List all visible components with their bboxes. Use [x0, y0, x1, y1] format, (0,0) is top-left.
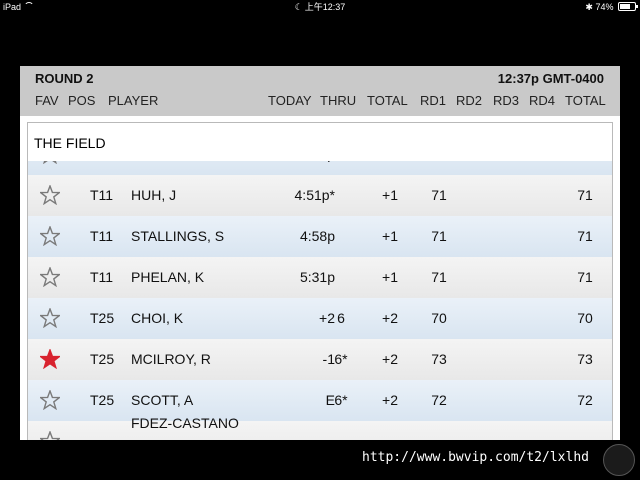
- today-cell: 4:51p*: [294, 187, 335, 203]
- rd1-cell: 71: [431, 187, 447, 203]
- bluetooth-icon: ✱: [585, 2, 593, 12]
- player-name-cell: SCOTT, A: [131, 392, 194, 408]
- grand-total-cell: 70: [577, 310, 593, 326]
- col-header-thru[interactable]: THRU: [320, 93, 356, 108]
- col-header-total[interactable]: TOTAL: [367, 93, 408, 108]
- grand-total-cell: 71: [577, 269, 593, 285]
- favorite-star-filled-icon[interactable]: [40, 349, 60, 369]
- leaderboard-panel: ROUND 2 12:37p GMT-0400 FAV POS PLAYER T…: [20, 66, 620, 440]
- table-row[interactable]: T25 MCILROY, R -1 6* +2 73 73: [28, 339, 612, 381]
- status-bar: iPad ☾ 上午12:37 ✱ 74%: [0, 0, 640, 14]
- position-cell: T25: [90, 392, 115, 408]
- moon-icon: ☾: [294, 2, 303, 12]
- status-time: 上午12:37: [304, 2, 346, 12]
- col-header-player[interactable]: PLAYER: [108, 93, 158, 108]
- position-cell: T25: [90, 310, 115, 326]
- section-title: THE FIELD: [34, 135, 106, 151]
- player-name-cell: FDEZ-CASTANO: [131, 415, 239, 431]
- col-header-rd2[interactable]: RD2: [456, 93, 482, 108]
- status-right: ✱ 74%: [585, 0, 638, 14]
- rd1-cell: 73: [431, 351, 447, 367]
- battery-fill: [620, 4, 630, 9]
- grand-total-cell: 72: [577, 392, 593, 408]
- watermark: http://www.bwvip.com/t2/lxlhd: [362, 450, 589, 465]
- col-header-rd3[interactable]: RD3: [493, 93, 519, 108]
- thru-cell: 6: [337, 310, 345, 326]
- favorite-star-icon[interactable]: [40, 267, 60, 287]
- table-row[interactable]: T11 HUH, J 4:51p* +1 71 71: [28, 175, 612, 217]
- total-cell: +1: [382, 187, 398, 203]
- rd1-cell: 72: [431, 392, 447, 408]
- battery-percent: 74%: [595, 2, 614, 12]
- col-header-grand-total[interactable]: TOTAL: [565, 93, 606, 108]
- home-button[interactable]: [603, 444, 635, 476]
- total-cell: +2: [382, 351, 398, 367]
- player-name-cell: PHELAN, K: [131, 269, 205, 285]
- favorite-star-icon[interactable]: [40, 390, 60, 410]
- rd1-cell: 71: [431, 228, 447, 244]
- favorite-star-icon[interactable]: [40, 185, 60, 205]
- today-cell: 4:58p: [299, 228, 335, 244]
- col-header-pos[interactable]: POS: [68, 93, 95, 108]
- total-cell: +1: [382, 269, 398, 285]
- col-header-rd1[interactable]: RD1: [420, 93, 446, 108]
- table-row[interactable]: T11 STALLINGS, S 4:58p +1 71 71: [28, 216, 612, 258]
- position-cell: T11: [90, 269, 114, 285]
- col-header-fav[interactable]: FAV: [35, 93, 59, 108]
- today-cell: E: [325, 392, 335, 408]
- today-cell: -1: [322, 351, 335, 367]
- rd1-cell: 71: [431, 269, 447, 285]
- table-row[interactable]: FDEZ-CASTANO: [28, 415, 612, 440]
- round-label: ROUND 2: [35, 71, 94, 86]
- leaderboard-header: ROUND 2 12:37p GMT-0400 FAV POS PLAYER T…: [20, 66, 620, 116]
- position-cell: T11: [90, 228, 114, 244]
- favorite-star-icon[interactable]: [40, 308, 60, 328]
- rd1-cell: 70: [431, 310, 447, 326]
- section-header: THE FIELD: [27, 122, 613, 161]
- table-row[interactable]: T25 SCOTT, A E 6* +2 72 72: [28, 380, 612, 422]
- position-cell: T11: [90, 187, 114, 203]
- total-cell: +2: [382, 310, 398, 326]
- player-name-cell: STALLINGS, S: [131, 228, 225, 244]
- table-row[interactable]: T25 CHOI, K +2 6 +2 70 70: [28, 298, 612, 340]
- table-row[interactable]: T11 PHELAN, K 5:31p +1 71 71: [28, 257, 612, 299]
- total-cell: +2: [382, 392, 398, 408]
- col-header-today[interactable]: TODAY: [268, 93, 312, 108]
- update-time: 12:37p GMT-0400: [497, 71, 604, 86]
- grand-total-cell: 71: [577, 228, 593, 244]
- thru-cell: 6*: [334, 351, 348, 367]
- battery-icon: [618, 2, 638, 11]
- grand-total-cell: 71: [577, 187, 593, 203]
- player-name-cell: HUH, J: [131, 187, 177, 203]
- grand-total-cell: 73: [577, 351, 593, 367]
- thru-cell: 6*: [334, 392, 348, 408]
- favorite-star-icon[interactable]: [40, 226, 60, 246]
- total-cell: +1: [382, 228, 398, 244]
- col-header-rd4[interactable]: RD4: [529, 93, 555, 108]
- favorite-star-icon[interactable]: [40, 431, 60, 440]
- today-cell: 5:31p: [299, 269, 335, 285]
- player-name-cell: MCILROY, R: [131, 351, 211, 367]
- position-cell: T25: [90, 351, 115, 367]
- today-cell: +2: [319, 310, 335, 326]
- table-row[interactable]: T11HOFFMAN, C4:51p+17171: [28, 160, 612, 176]
- status-center: ☾ 上午12:37: [0, 0, 640, 14]
- player-list[interactable]: T11HOFFMAN, C4:51p+17171 T11 HUH, J 4:51p* +…: [27, 160, 613, 440]
- player-name-cell: CHOI, K: [131, 310, 184, 326]
